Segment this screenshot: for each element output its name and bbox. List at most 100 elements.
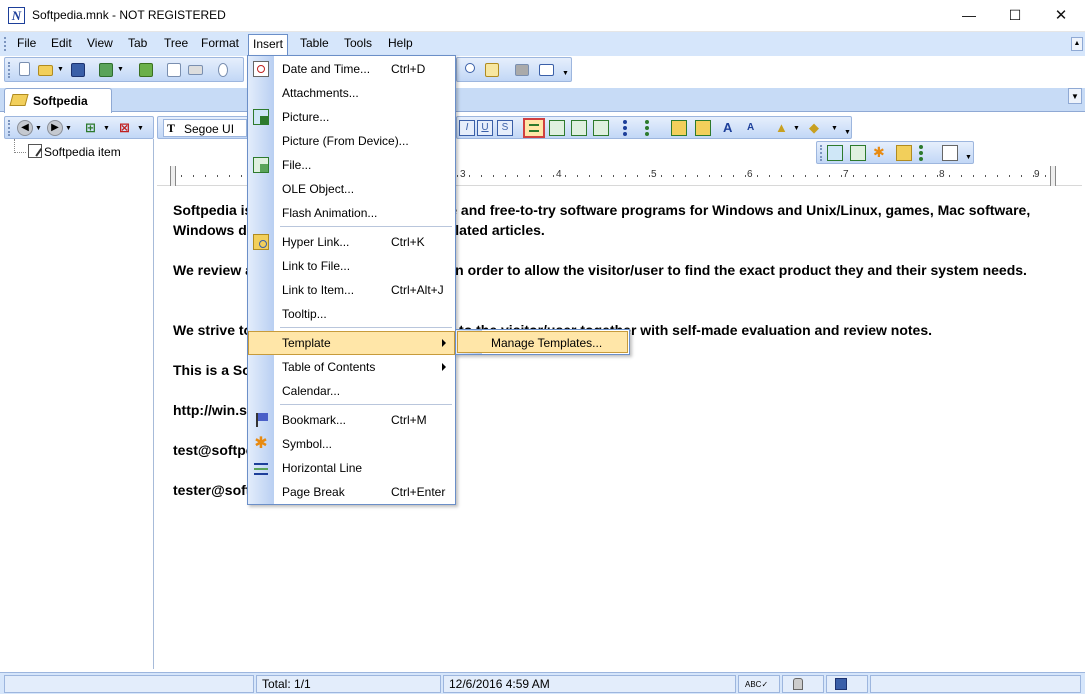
tab-list-dropdown-icon[interactable]: ▼ xyxy=(1068,88,1082,104)
find-replace-icon[interactable] xyxy=(483,61,501,79)
menu-item-horizontal-line[interactable]: Horizontal Line xyxy=(248,456,455,480)
menu-item-picture[interactable]: Picture... xyxy=(248,105,455,129)
menu-tree[interactable]: Tree xyxy=(160,35,192,53)
italic-icon[interactable]: I xyxy=(459,120,475,136)
font-shrink-icon[interactable]: A xyxy=(747,122,761,136)
tab-strip xyxy=(0,88,1085,112)
menu-item-link-to-item[interactable]: Link to Item... Ctrl+Alt+J xyxy=(248,278,455,302)
font-selector[interactable]: T Segoe UI xyxy=(163,119,247,137)
cut-scissors-icon[interactable] xyxy=(215,61,233,79)
insert-hyperlink-icon[interactable] xyxy=(896,145,912,161)
print-icon[interactable] xyxy=(187,61,205,79)
insert-toolbar-grip[interactable] xyxy=(820,145,823,161)
back-dropdown-icon[interactable]: ▼ xyxy=(35,125,42,132)
menu-item-label: Calendar... xyxy=(282,384,341,398)
highlight-dropdown-icon[interactable]: ▼ xyxy=(831,125,838,132)
symbol-star-icon: ✱ xyxy=(254,435,268,452)
menu-item-hyper-link[interactable]: Hyper Link... Ctrl+K xyxy=(248,230,455,254)
indent-increase-icon[interactable] xyxy=(695,120,711,136)
font-color-icon[interactable]: ▲ xyxy=(775,120,791,136)
menu-item-symbol[interactable]: ✱ Symbol... xyxy=(248,432,455,456)
font-grow-icon[interactable]: A xyxy=(723,120,739,136)
toolbar-grip[interactable] xyxy=(8,62,11,78)
numbered-list-icon[interactable] xyxy=(645,120,661,136)
insert-line-icon[interactable] xyxy=(919,145,935,161)
forward-arrow-icon[interactable]: ▶ xyxy=(47,120,63,136)
minimize-button[interactable]: — xyxy=(946,0,992,32)
menu-item-tooltip[interactable]: Tooltip... xyxy=(248,302,455,326)
maximize-button[interactable]: ☐ xyxy=(992,0,1038,32)
ruler-tick xyxy=(529,175,530,177)
menu-insert[interactable]: Insert xyxy=(248,34,289,56)
tab-softpedia[interactable]: Softpedia xyxy=(4,88,112,113)
insert-picture-icon[interactable] xyxy=(827,145,843,161)
camera-icon[interactable] xyxy=(513,61,531,79)
menubar-collapse-button[interactable]: ▲ xyxy=(1071,37,1083,51)
add-item-dropdown-icon[interactable]: ▼ xyxy=(103,125,110,132)
add-tree-item-icon[interactable]: ⊞ xyxy=(85,120,101,136)
menu-grip-handle[interactable] xyxy=(4,37,7,51)
window-icon[interactable] xyxy=(537,61,555,79)
menu-item-flash-animation[interactable]: Flash Animation... xyxy=(248,201,455,225)
close-button[interactable]: ✕ xyxy=(1038,0,1084,32)
tree-toolbar-grip[interactable] xyxy=(8,120,11,136)
menu-item-file[interactable]: File... xyxy=(248,153,455,177)
menu-view[interactable]: View xyxy=(83,35,117,53)
menu-item-link-to-file[interactable]: Link to File... xyxy=(248,254,455,278)
menu-item-template[interactable]: Template xyxy=(248,331,455,355)
insert-file-icon[interactable] xyxy=(850,145,866,161)
print-preview-icon[interactable] xyxy=(165,61,183,79)
refresh-icon[interactable] xyxy=(97,61,115,79)
indent-decrease-icon[interactable] xyxy=(671,120,687,136)
lock-icon[interactable] xyxy=(782,675,824,693)
refresh-dropdown-icon[interactable]: ▼ xyxy=(117,61,125,79)
menu-format[interactable]: Format xyxy=(197,35,243,53)
highlight-color-icon[interactable]: ◆ xyxy=(809,120,827,136)
toolbar-overflow-icon[interactable]: ▼ xyxy=(562,70,569,77)
bullet-list-icon[interactable] xyxy=(623,120,639,136)
tree-item-label[interactable]: Softpedia item xyxy=(44,145,121,159)
menu-help[interactable]: Help xyxy=(384,35,417,53)
insert-symbol-icon[interactable]: ✱ xyxy=(873,144,889,160)
ruler-tick xyxy=(925,175,926,177)
open-folder-icon[interactable] xyxy=(37,61,55,79)
insert-toolbar-overflow-icon[interactable]: ▼ xyxy=(965,154,972,161)
menu-item-calendar[interactable]: Calendar... xyxy=(248,379,455,403)
find-icon[interactable] xyxy=(463,61,481,79)
forward-dropdown-icon[interactable]: ▼ xyxy=(65,125,72,132)
tab-label: Softpedia xyxy=(33,94,88,108)
align-justify-icon[interactable] xyxy=(593,120,609,136)
delete-tree-item-icon[interactable]: ⊠ xyxy=(119,120,135,136)
insert-datetime-icon[interactable] xyxy=(942,145,958,161)
underline-icon[interactable]: U xyxy=(477,120,493,136)
strikeout-icon[interactable]: S xyxy=(497,120,513,136)
format-toolbar-overflow-icon[interactable]: ▼ xyxy=(844,129,851,136)
menu-table[interactable]: Table xyxy=(296,35,333,53)
menu-item-picture-from-device[interactable]: Picture (From Device)... xyxy=(248,129,455,153)
menu-tab[interactable]: Tab xyxy=(124,35,151,53)
font-color-dropdown-icon[interactable]: ▼ xyxy=(793,125,800,132)
spellcheck-icon[interactable]: ABC✓ xyxy=(738,675,780,693)
delete-item-dropdown-icon[interactable]: ▼ xyxy=(137,125,144,132)
save-disk-icon[interactable] xyxy=(69,61,87,79)
save-status-icon[interactable] xyxy=(826,675,868,693)
menu-item-ole-object[interactable]: OLE Object... xyxy=(248,177,455,201)
menu-item-date-time[interactable]: Date and Time... Ctrl+D xyxy=(248,57,455,81)
menu-item-page-break[interactable]: Page Break Ctrl+Enter xyxy=(248,480,455,504)
menu-tools[interactable]: Tools xyxy=(340,35,376,53)
menu-item-bookmark[interactable]: Bookmark... Ctrl+M xyxy=(248,408,455,432)
open-dropdown-icon[interactable]: ▼ xyxy=(57,61,65,79)
highlighter-icon[interactable] xyxy=(137,61,155,79)
back-arrow-icon[interactable]: ◀ xyxy=(17,120,33,136)
truetype-font-icon: T xyxy=(167,121,176,135)
ruler-tick xyxy=(997,175,998,177)
menu-item-attachments[interactable]: Attachments... xyxy=(248,81,455,105)
align-right-icon[interactable] xyxy=(571,120,587,136)
menu-item-manage-templates[interactable]: Manage Templates... xyxy=(457,331,628,353)
new-document-icon[interactable] xyxy=(17,61,35,79)
menu-edit[interactable]: Edit xyxy=(47,35,76,53)
align-left-icon[interactable] xyxy=(523,118,545,138)
menu-file[interactable]: File xyxy=(13,35,40,53)
align-center-icon[interactable] xyxy=(549,120,565,136)
menu-item-table-of-contents[interactable]: Table of Contents xyxy=(248,355,455,379)
